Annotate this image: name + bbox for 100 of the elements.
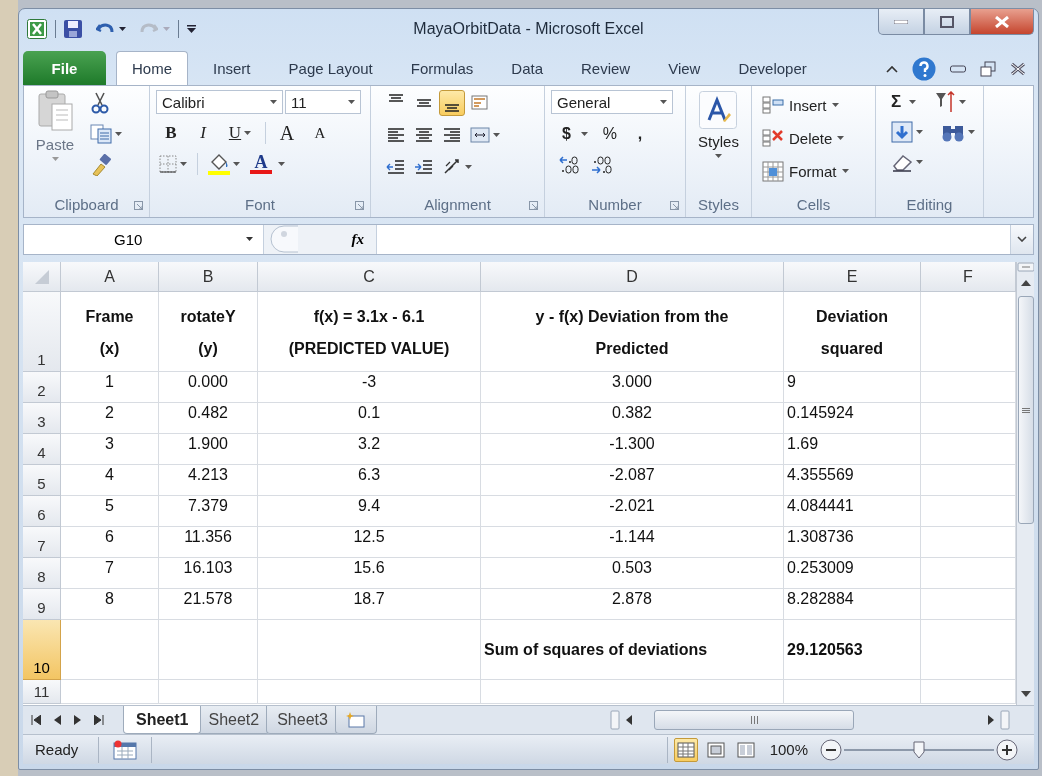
font-size-field[interactable]: 11 — [285, 90, 361, 115]
up-arrow-icon[interactable] — [1021, 280, 1031, 287]
empty-cell[interactable] — [481, 680, 784, 705]
split-handle-icon[interactable] — [1000, 710, 1010, 731]
minimize-button[interactable] — [878, 9, 924, 35]
fill-color-button[interactable] — [205, 152, 243, 177]
caret-icon[interactable] — [493, 133, 500, 138]
row-header[interactable]: 4 — [23, 434, 61, 466]
empty-cell[interactable] — [258, 680, 481, 705]
sheet-tab[interactable]: Sheet1 — [123, 706, 202, 735]
caret-icon[interactable] — [180, 162, 187, 167]
caret-icon[interactable] — [119, 26, 126, 31]
split-handle-icon[interactable] — [610, 710, 620, 731]
format-painter-icon[interactable] — [90, 154, 112, 177]
font-color-button[interactable]: A — [247, 152, 288, 177]
empty-cell[interactable] — [159, 680, 258, 705]
currency-button[interactable]: $ — [559, 122, 591, 147]
insert-function-button[interactable]: fx — [351, 231, 364, 248]
dialog-launcher-icon[interactable] — [355, 200, 364, 210]
scroll-thumb[interactable] — [654, 710, 854, 731]
previous-sheet-icon[interactable] — [54, 715, 61, 726]
empty-cell[interactable] — [159, 620, 258, 681]
ribbon-tab[interactable]: Insert — [194, 51, 270, 86]
next-sheet-icon[interactable] — [74, 715, 81, 726]
row-header[interactable]: 6 — [23, 496, 61, 528]
fill-button[interactable] — [888, 120, 926, 145]
zoom-level[interactable]: 100% — [769, 741, 808, 759]
column-header[interactable]: F — [921, 262, 1016, 293]
maximize-button[interactable] — [924, 9, 970, 35]
close-button[interactable] — [970, 9, 1034, 35]
minimize-icon[interactable] — [950, 65, 966, 73]
dialog-launcher-icon[interactable] — [529, 200, 538, 210]
caret-icon[interactable] — [465, 165, 472, 170]
italic-button[interactable]: I — [188, 121, 218, 146]
caret-icon[interactable] — [660, 100, 667, 105]
cells-menu-button[interactable]: Delete — [762, 123, 869, 154]
view-button[interactable] — [673, 737, 698, 762]
caret-icon[interactable] — [233, 162, 240, 167]
underline-button[interactable]: U — [220, 121, 260, 146]
caret-icon[interactable] — [246, 237, 253, 242]
expand-formula-button[interactable] — [1010, 224, 1033, 255]
caret-icon[interactable] — [831, 103, 839, 108]
cells-menu-button[interactable]: Insert — [762, 90, 869, 121]
scroll-thumb[interactable] — [1018, 296, 1034, 525]
customize-icon[interactable] — [187, 24, 196, 33]
caret-icon[interactable] — [916, 130, 923, 135]
shrink-font-button[interactable]: A — [305, 121, 335, 146]
caret-icon[interactable] — [968, 130, 975, 135]
empty-cell[interactable] — [784, 680, 921, 705]
slider-thumb[interactable] — [913, 740, 925, 759]
zoom-in-icon[interactable] — [996, 738, 1018, 761]
vertical-scrollbar[interactable] — [1016, 262, 1034, 706]
row-header[interactable]: 5 — [23, 465, 61, 497]
column-header[interactable]: A — [61, 262, 159, 293]
caret-icon[interactable] — [270, 100, 277, 105]
row-header[interactable]: 9 — [23, 589, 61, 621]
cut-icon[interactable] — [90, 92, 110, 115]
ribbon-tab[interactable]: Home — [116, 51, 188, 86]
help-icon[interactable] — [912, 57, 936, 81]
comma-button[interactable]: , — [628, 122, 651, 147]
paste-button[interactable]: Paste — [30, 90, 80, 193]
caret-icon[interactable] — [909, 100, 917, 105]
ribbon-tab[interactable]: Developer — [719, 51, 826, 86]
row-header[interactable]: 8 — [23, 558, 61, 590]
split-handle-icon[interactable] — [1017, 262, 1034, 273]
ribbon-tab[interactable]: Formulas — [391, 51, 493, 86]
alignment-button[interactable] — [439, 90, 465, 117]
first-sheet-icon[interactable] — [31, 715, 41, 726]
autosum-button[interactable]: Σ — [888, 90, 920, 115]
ribbon-tab[interactable]: Page Layout — [269, 51, 392, 86]
record-macro-icon[interactable] — [113, 739, 138, 760]
dialog-launcher-icon[interactable] — [134, 200, 143, 210]
restore-icon[interactable] — [980, 61, 996, 77]
right-arrow-icon[interactable] — [988, 715, 994, 726]
ribbon-tab[interactable]: Review — [562, 51, 650, 86]
row-header[interactable]: 3 — [23, 403, 61, 435]
save-icon[interactable] — [64, 19, 82, 38]
column-header[interactable]: C — [258, 262, 481, 293]
file-tab[interactable]: File — [23, 51, 106, 86]
number-format-field[interactable]: General — [551, 90, 673, 115]
column-header[interactable]: B — [159, 262, 258, 293]
caret-icon[interactable] — [278, 162, 285, 167]
decrease-decimal-icon[interactable] — [591, 154, 615, 175]
collapse-ribbon-icon[interactable] — [886, 65, 898, 73]
bold-button[interactable]: B — [156, 121, 186, 146]
last-sheet-icon[interactable] — [94, 715, 104, 726]
percent-button[interactable]: % — [598, 122, 621, 147]
column-header[interactable]: E — [784, 262, 921, 293]
empty-cell[interactable] — [258, 620, 481, 681]
ribbon-tab[interactable]: Data — [492, 51, 562, 86]
left-arrow-icon[interactable] — [626, 715, 632, 726]
cells-menu-button[interactable]: Format — [762, 156, 869, 187]
row-header[interactable]: 1 — [23, 292, 61, 373]
row-header[interactable]: 7 — [23, 527, 61, 559]
row-header[interactable]: 11 — [23, 680, 61, 705]
caret-icon[interactable] — [580, 132, 588, 137]
caret-icon[interactable] — [959, 100, 967, 105]
grow-font-button[interactable]: A — [271, 121, 303, 146]
row-header[interactable]: 10 — [23, 620, 61, 681]
splitter-handle-icon[interactable] — [270, 225, 300, 254]
